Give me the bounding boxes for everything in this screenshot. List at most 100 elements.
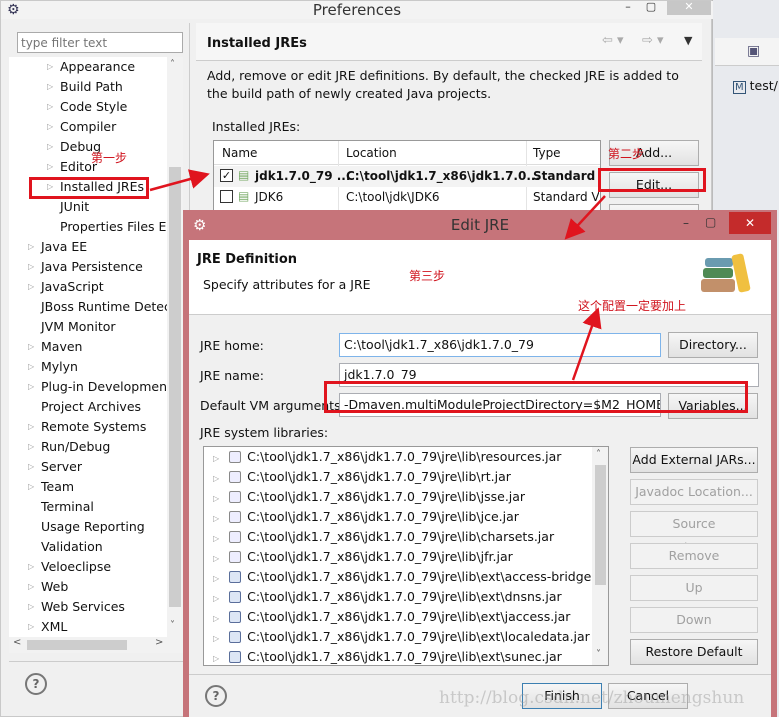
expand-arrow-icon[interactable]: ▷ — [28, 597, 34, 617]
add-external-jars-button[interactable]: Add External JARs... — [630, 447, 758, 473]
hscroll-thumb[interactable] — [27, 640, 127, 650]
library-item[interactable]: ▷ C:\tool\jdk1.7_x86\jdk1.7.0_79\jre\lib\… — [204, 447, 561, 467]
expand-arrow-icon[interactable]: ▷ — [213, 494, 219, 503]
tree-item[interactable]: JVM Monitor — [9, 317, 167, 337]
restore-default-button[interactable]: Restore Default — [630, 639, 758, 665]
tree-item[interactable]: ▷ Web Services — [9, 597, 167, 617]
tree-item[interactable]: Project Archives — [9, 397, 167, 417]
tree-item[interactable]: ▷ Mylyn — [9, 357, 167, 377]
expand-arrow-icon[interactable]: ▷ — [213, 614, 219, 623]
expand-arrow-icon[interactable]: ▷ — [28, 277, 34, 297]
expand-arrow-icon[interactable]: ▷ — [213, 554, 219, 563]
libs-scrollbar[interactable]: ˄ ˅ — [592, 447, 608, 665]
library-item[interactable]: ▷ C:\tool\jdk1.7_x86\jdk1.7.0_79\jre\lib\… — [204, 507, 519, 527]
tree-item[interactable]: ▷ Java EE — [9, 237, 167, 257]
help-icon[interactable]: ? — [25, 673, 47, 695]
expand-arrow-icon[interactable]: ▷ — [28, 437, 34, 457]
maximize-icon[interactable]: ▢ — [705, 207, 716, 237]
expand-arrow-icon[interactable]: ▷ — [47, 117, 53, 137]
jre-home-input[interactable]: C:\tool\jdk1.7_x86\jdk1.7.0_79 — [339, 333, 661, 357]
tree-item[interactable]: ▷ Run/Debug — [9, 437, 167, 457]
down-button[interactable]: Down — [630, 607, 758, 633]
tree-item[interactable]: ▷ Appearance — [9, 57, 167, 77]
new-wizard-icon[interactable]: ▣ — [747, 43, 760, 59]
tree-item[interactable]: ▷ Code Style — [9, 97, 167, 117]
tree-item[interactable]: ▷ Compiler — [9, 117, 167, 137]
library-item[interactable]: ▷ C:\tool\jdk1.7_x86\jdk1.7.0_79\jre\lib\… — [204, 487, 525, 507]
column-header[interactable]: Type — [533, 146, 561, 160]
expand-arrow-icon[interactable]: ▷ — [28, 477, 34, 497]
minimize-icon[interactable]: – — [621, 1, 635, 15]
column-header[interactable]: Location — [346, 146, 397, 160]
filter-input[interactable] — [17, 32, 183, 53]
maximize-icon[interactable]: ▢ — [644, 1, 658, 15]
expand-arrow-icon[interactable]: ▷ — [28, 257, 34, 277]
expand-arrow-icon[interactable]: ▷ — [213, 594, 219, 603]
tree-item[interactable]: ▷ Veloeclipse — [9, 557, 167, 577]
expand-arrow-icon[interactable]: ▷ — [28, 377, 34, 397]
tree-item[interactable]: Properties Files Ed — [9, 217, 174, 237]
expand-arrow-icon[interactable]: ▷ — [28, 457, 34, 477]
tree-item[interactable]: ▷ Remote Systems — [9, 417, 167, 437]
expand-arrow-icon[interactable]: ▷ — [28, 617, 34, 637]
tree-item[interactable]: ▷ Build Path — [9, 77, 167, 97]
scroll-thumb[interactable] — [595, 465, 606, 585]
expand-arrow-icon[interactable]: ▷ — [213, 654, 219, 663]
table-row[interactable]: ▤ JDK6 C:\tool\jdk\JDK6 Standard V — [214, 187, 600, 208]
library-item[interactable]: ▷ C:\tool\jdk1.7_x86\jdk1.7.0_79\jre\lib\… — [204, 607, 570, 627]
tree-item[interactable]: ▷ Team — [9, 477, 167, 497]
editor-tab[interactable]: M test/ — [733, 78, 778, 94]
up-button[interactable]: Up — [630, 575, 758, 601]
tree-item[interactable]: ▷ Java Persistence — [9, 257, 167, 277]
tree-item[interactable]: ▷ Web — [9, 577, 167, 597]
remove-button[interactable]: Remove — [630, 543, 758, 569]
expand-arrow-icon[interactable]: ▷ — [213, 574, 219, 583]
checkbox-checked[interactable]: ✓ — [220, 169, 233, 182]
tree-item[interactable]: ▷ Editor — [9, 157, 167, 177]
tree-item[interactable]: JUnit — [9, 197, 167, 217]
scroll-down-icon[interactable]: ˅ — [596, 649, 601, 660]
expand-arrow-icon[interactable]: ▷ — [47, 97, 53, 117]
directory-button[interactable]: Directory... — [668, 332, 758, 358]
javadoc-location-button[interactable]: Javadoc Location... — [630, 479, 758, 505]
library-item[interactable]: ▷ C:\tool\jdk1.7_x86\jdk1.7.0_79\jre\lib\… — [204, 627, 590, 647]
expand-arrow-icon[interactable]: ▷ — [47, 137, 53, 157]
tree-item[interactable]: ▷ JavaScript — [9, 277, 167, 297]
expand-arrow-icon[interactable]: ▷ — [213, 454, 219, 463]
forward-icon[interactable]: ⇨ ▾ — [642, 33, 664, 48]
expand-arrow-icon[interactable]: ▷ — [28, 557, 34, 577]
expand-arrow-icon[interactable]: ▷ — [28, 337, 34, 357]
tree-horizontal-scrollbar[interactable]: < > — [9, 637, 183, 653]
expand-arrow-icon[interactable]: ▷ — [213, 514, 219, 523]
expand-arrow-icon[interactable]: ▷ — [28, 577, 34, 597]
library-item[interactable]: ▷ C:\tool\jdk1.7_x86\jdk1.7.0_79\jre\lib\… — [204, 527, 554, 547]
tree-item[interactable]: ▷ Debug — [9, 137, 167, 157]
tree-item[interactable]: Usage Reporting — [9, 517, 167, 537]
close-icon[interactable]: ✕ — [667, 1, 711, 15]
expand-arrow-icon[interactable]: ▷ — [28, 357, 34, 377]
scroll-left-icon[interactable]: < — [13, 637, 21, 648]
source-attachment-button[interactable]: Source Attachment... — [630, 511, 758, 555]
scroll-up-icon[interactable]: ˄ — [596, 449, 601, 460]
expand-arrow-icon[interactable]: ▷ — [28, 237, 34, 257]
tree-item[interactable]: Terminal — [9, 497, 167, 517]
expand-arrow-icon[interactable]: ▷ — [213, 534, 219, 543]
scroll-right-icon[interactable]: > — [155, 637, 163, 648]
expand-arrow-icon[interactable]: ▷ — [28, 417, 34, 437]
back-icon[interactable]: ⇦ ▾ — [602, 33, 624, 48]
library-item[interactable]: ▷ C:\tool\jdk1.7_x86\jdk1.7.0_79\jre\lib\… — [204, 587, 562, 607]
tree-item[interactable]: Validation — [9, 537, 167, 557]
help-icon[interactable]: ? — [205, 685, 227, 707]
library-item[interactable]: ▷ C:\tool\jdk1.7_x86\jdk1.7.0_79\jre\lib\… — [204, 567, 608, 587]
library-item[interactable]: ▷ C:\tool\jdk1.7_x86\jdk1.7.0_79\jre\lib\… — [204, 547, 513, 567]
tree-item[interactable]: ▷ Maven — [9, 337, 167, 357]
column-header[interactable]: Name — [222, 146, 257, 160]
scroll-up-icon[interactable]: ˄ — [170, 59, 175, 70]
scroll-thumb[interactable] — [169, 167, 181, 607]
expand-arrow-icon[interactable]: ▷ — [213, 634, 219, 643]
expand-arrow-icon[interactable]: ▷ — [47, 157, 53, 177]
expand-arrow-icon[interactable]: ▷ — [213, 474, 219, 483]
table-row[interactable]: ✓ ▤ jdk1.7.0_79 ... C:\tool\jdk1.7_x86\j… — [214, 166, 600, 187]
tree-item[interactable]: ▷ Server — [9, 457, 167, 477]
expand-arrow-icon[interactable]: ▷ — [47, 57, 53, 77]
